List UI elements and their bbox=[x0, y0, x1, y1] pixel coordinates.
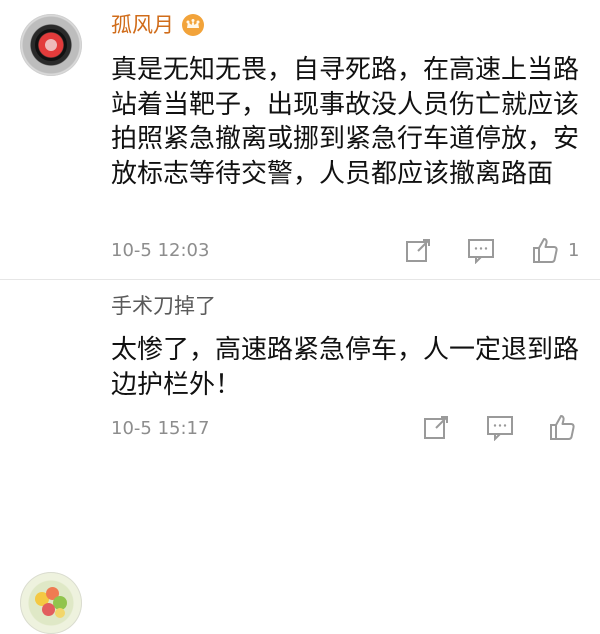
crown-badge-icon bbox=[182, 14, 204, 36]
comment-time: 10-5 12:03 bbox=[111, 240, 210, 261]
share-icon[interactable] bbox=[423, 414, 450, 441]
comment-text: 真是无知无畏，自寻死路，在高速上当路站着当靶子，出现事故没人员伤亡就应该拍照紧急… bbox=[111, 55, 580, 189]
avatar-highlight bbox=[45, 39, 57, 51]
flower-petal bbox=[42, 603, 55, 616]
user-avatar[interactable] bbox=[20, 572, 82, 634]
user-avatar[interactable] bbox=[20, 14, 82, 76]
comment-item: 手术刀掉了 太惨了，高速路紧急停车，人一定退到路边护栏外！ 10-5 15:17 bbox=[0, 280, 600, 634]
comment-text: 太惨了，高速路紧急停车，人一定退到路边护栏外！ bbox=[111, 335, 580, 400]
thumb-up-icon[interactable] bbox=[548, 413, 578, 442]
flower-petal bbox=[55, 608, 65, 618]
thumb-up-icon[interactable] bbox=[531, 236, 561, 265]
username[interactable]: 孤风月 bbox=[111, 12, 174, 38]
comment-time: 10-5 15:17 bbox=[111, 418, 210, 439]
comment-icon[interactable] bbox=[467, 237, 495, 264]
like-count: 1 bbox=[568, 240, 580, 261]
comment-icon[interactable] bbox=[486, 414, 514, 441]
comment-item: 孤风月 真是无知无畏，自寻死路，在高速上当路站着当靶子，出现事故没人员伤亡就应该… bbox=[0, 0, 600, 280]
username[interactable]: 手术刀掉了 bbox=[111, 293, 216, 319]
share-icon[interactable] bbox=[405, 237, 432, 264]
